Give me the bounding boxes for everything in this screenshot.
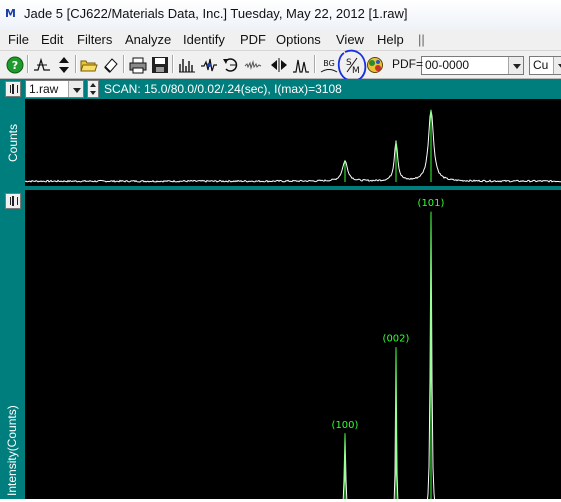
jade-app-icon: M [5, 7, 16, 20]
menu-file[interactable]: File [8, 32, 29, 48]
peak-list-icon [179, 59, 195, 73]
menu-filters[interactable]: Filters [77, 32, 112, 48]
overview-panel-toggle-icon[interactable] [5, 81, 21, 97]
overview-y-label: Counts [6, 123, 20, 162]
svg-text:?: ? [12, 59, 18, 72]
main-peak-labels: (100) (002) (101) [332, 198, 445, 431]
rotate-icon [223, 58, 238, 72]
chevron-down-icon[interactable] [68, 81, 83, 97]
peak-label: (101) [418, 198, 445, 209]
menu-analyze[interactable]: Analyze [125, 32, 171, 48]
eraser-button[interactable] [100, 54, 121, 74]
toolbar-separator [123, 55, 125, 73]
element-value: Cu [533, 58, 549, 72]
rotate-button[interactable] [220, 54, 241, 74]
pdf-label: PDF= [392, 57, 424, 71]
toolbar-separator [172, 55, 174, 73]
main-peak-markers [344, 212, 432, 502]
peak-label: (002) [383, 334, 410, 345]
main-chart-svg: (100) (002) (101) [332, 198, 445, 502]
element-combo[interactable]: Cu [529, 56, 561, 75]
menu-help[interactable]: Help [377, 32, 404, 48]
toolbar-separator [27, 55, 29, 73]
smooth-icon [201, 58, 217, 72]
noise-icon [244, 60, 262, 70]
print-button[interactable] [127, 54, 148, 74]
chevron-down-icon[interactable] [553, 57, 561, 74]
main-pattern-line [342, 211, 436, 502]
open-button[interactable] [78, 54, 99, 74]
peak-list-button[interactable] [176, 54, 197, 74]
window-title: Jade 5 [CJ622/Materials Data, Inc.] Tues… [24, 6, 408, 21]
arrows-icon [271, 58, 287, 72]
scan-file-combo[interactable]: 1.raw [25, 80, 84, 98]
main-panel-toggle-icon[interactable] [5, 193, 21, 209]
help-button[interactable]: ? [4, 54, 25, 74]
toolbar-separator [314, 55, 316, 73]
save-button[interactable] [149, 54, 170, 74]
chevron-down-icon[interactable] [508, 57, 523, 74]
toolbar-separator [75, 55, 77, 73]
overview-chart-svg [24, 109, 561, 183]
main-toolbar: ? BG SM 00-0000 Cu [0, 51, 561, 79]
pdf-number-combo[interactable]: 00-0000 [421, 56, 524, 75]
overview-pattern-line [24, 109, 561, 183]
peak-marker-icon [34, 57, 50, 71]
up-down-icon [59, 57, 69, 73]
scan-info-text: SCAN: 15.0/80.0/0.02/.24(sec), I(max)=31… [104, 82, 342, 96]
smooth-button[interactable] [198, 54, 219, 74]
overview-plot[interactable] [24, 99, 561, 186]
scan-file-value: 1.raw [29, 82, 59, 96]
menu-grip: || [418, 32, 425, 47]
pdf-number-value: 00-0000 [425, 58, 470, 72]
eraser-icon [104, 58, 118, 73]
help-icon: ? [6, 56, 24, 74]
menu-bar: File Edit Filters Analyze Identify PDF O… [0, 30, 561, 51]
overview-peak-markers [344, 110, 432, 182]
menu-pdf[interactable]: PDF [240, 32, 266, 48]
arrows-button[interactable] [268, 54, 289, 74]
peak-label: (100) [332, 420, 359, 431]
print-icon [129, 57, 147, 74]
menu-identify[interactable]: Identify [183, 32, 225, 48]
peak-profile-button[interactable] [290, 54, 311, 74]
menu-edit[interactable]: Edit [41, 32, 63, 48]
title-bar: M Jade 5 [CJ622/Materials Data, Inc.] Tu… [0, 0, 561, 31]
noise-button[interactable] [242, 54, 263, 74]
main-y-label: Intensity(Counts) [5, 405, 19, 496]
main-plot[interactable]: (100) (002) (101) [25, 190, 561, 502]
peak-profile-icon [293, 59, 309, 73]
save-icon [152, 57, 168, 73]
peak-marker-button[interactable] [31, 54, 52, 74]
scan-spinner[interactable] [87, 80, 99, 98]
open-folder-icon [80, 60, 98, 72]
up-down-button[interactable] [53, 54, 74, 74]
menu-options[interactable]: Options [276, 32, 321, 48]
